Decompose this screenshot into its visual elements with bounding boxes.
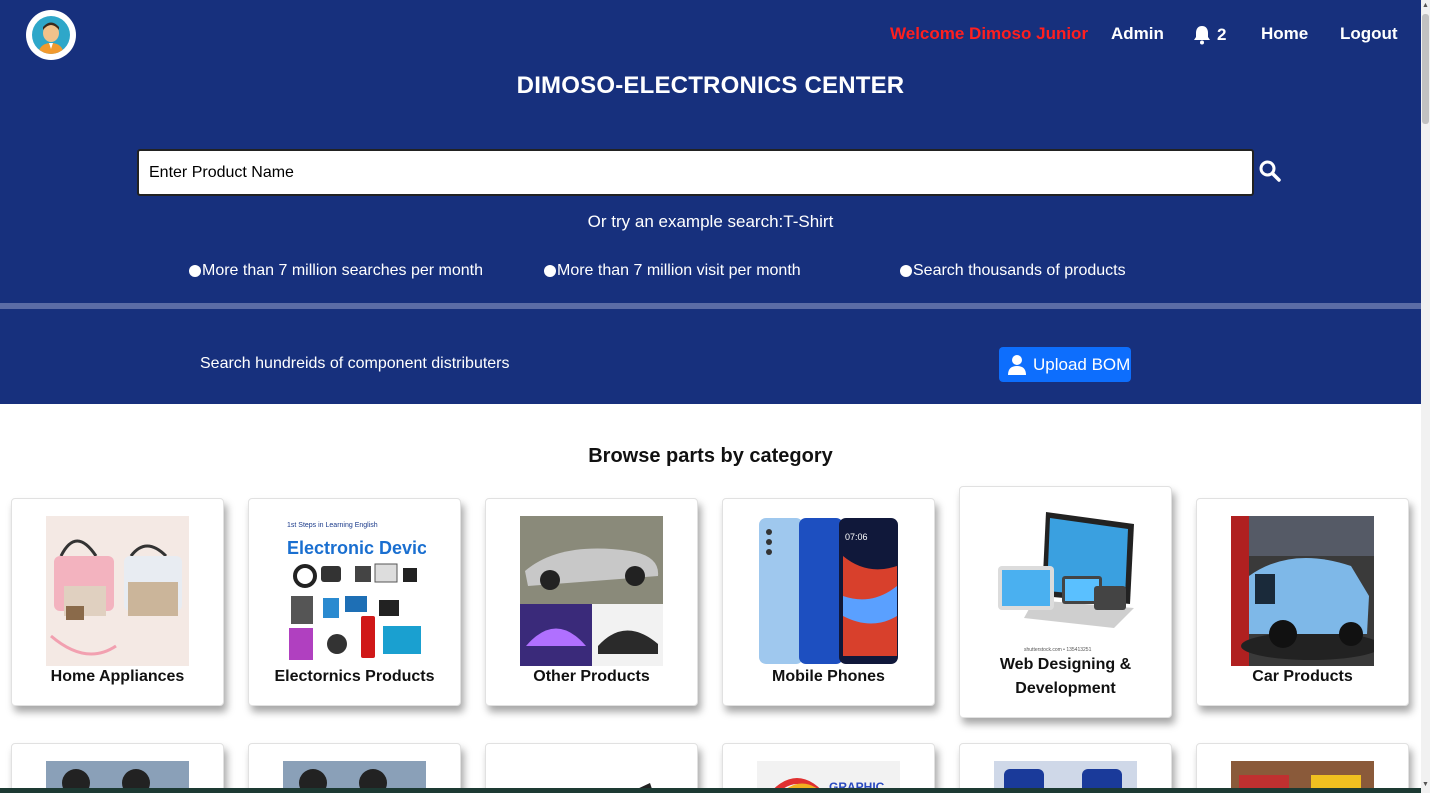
notification-count: 2 xyxy=(1217,25,1227,44)
stat-products: Search thousands of products xyxy=(900,262,1126,280)
handbags-image xyxy=(46,516,189,666)
category-label: Other Products xyxy=(533,668,650,685)
bullet-icon xyxy=(544,265,556,277)
bullet-icon xyxy=(900,265,912,277)
bottom-strip xyxy=(0,788,1421,793)
car-image xyxy=(1231,516,1374,666)
laptop-devices-image: shutterstock.com • 135413251 xyxy=(994,504,1137,654)
stat-text: More than 7 million searches per month xyxy=(202,262,484,279)
category-label: Car Products xyxy=(1252,668,1353,685)
stat-text: More than 7 million visit per month xyxy=(557,262,801,279)
vertical-scrollbar[interactable]: ▲ ▼ xyxy=(1421,0,1430,793)
category-card-row2-5[interactable] xyxy=(959,743,1172,793)
home-link[interactable]: Home xyxy=(1261,24,1308,46)
category-card-row2-4[interactable]: GRAPHIC xyxy=(722,743,935,793)
hero-divider xyxy=(0,303,1421,309)
search-input[interactable] xyxy=(137,149,1254,196)
category-card-car-products[interactable]: Car Products xyxy=(1196,498,1409,706)
logout-link[interactable]: Logout xyxy=(1340,24,1398,46)
bullet-icon xyxy=(189,265,201,277)
category-label: Electornics Products xyxy=(274,668,435,685)
category-card-home-appliances[interactable]: Home Appliances xyxy=(11,498,224,706)
category-label: Web Designing & Development xyxy=(999,656,1132,697)
page-title: DIMOSO-ELECTRONICS CENTER xyxy=(516,72,905,99)
image-caption: 1st Steps in Learning English xyxy=(287,522,378,529)
scroll-down-icon[interactable]: ▼ xyxy=(1422,781,1429,788)
hero-banner xyxy=(0,0,1421,404)
image-title: Electronic Devices xyxy=(287,538,426,558)
user-icon xyxy=(1008,354,1026,375)
user-icon xyxy=(32,16,70,54)
electronic-devices-image: 1st Steps in Learning English Electronic… xyxy=(283,516,426,666)
mobile-phones-image: 07:06 xyxy=(757,516,900,666)
category-card-row2-1[interactable] xyxy=(11,743,224,793)
concept-cars-image xyxy=(520,516,663,666)
example-search-text: Or try an example search:T-Shirt xyxy=(587,212,834,231)
admin-link[interactable]: Admin xyxy=(1111,24,1164,46)
stat-visits: More than 7 million visit per month xyxy=(544,262,801,280)
category-card-electronics[interactable]: 1st Steps in Learning English Electronic… xyxy=(248,498,461,706)
welcome-message: Welcome Dimoso Junior xyxy=(890,24,1089,43)
category-card-row2-3[interactable] xyxy=(485,743,698,793)
upload-bom-button[interactable]: Upload BOM xyxy=(999,347,1131,382)
category-card-row2-2[interactable] xyxy=(248,743,461,793)
category-card-other-products[interactable]: Other Products xyxy=(485,498,698,706)
scroll-up-icon[interactable]: ▲ xyxy=(1422,2,1429,9)
notifications-button[interactable]: 2 xyxy=(1193,24,1226,46)
browse-heading: Browse parts by category xyxy=(588,445,833,467)
search-icon xyxy=(1259,160,1281,182)
stat-searches: More than 7 million searches per month xyxy=(189,262,483,280)
bell-icon xyxy=(1194,26,1210,45)
distributors-text: Search hundreids of component distribute… xyxy=(200,355,510,372)
search-button[interactable] xyxy=(1258,159,1282,183)
category-label: Home Appliances xyxy=(50,668,185,685)
category-card-row2-6[interactable] xyxy=(1196,743,1409,793)
image-time: 07:06 xyxy=(845,532,868,542)
stat-text: Search thousands of products xyxy=(913,262,1126,279)
category-label: Mobile Phones xyxy=(772,668,885,685)
category-card-mobile-phones[interactable]: 07:06 Mobile Phones xyxy=(722,498,935,706)
scroll-thumb[interactable] xyxy=(1422,14,1429,124)
category-card-web-designing[interactable]: shutterstock.com • 135413251 Web Designi… xyxy=(959,486,1172,718)
upload-bom-label: Upload BOM xyxy=(1033,354,1131,374)
profile-avatar[interactable] xyxy=(26,10,76,60)
